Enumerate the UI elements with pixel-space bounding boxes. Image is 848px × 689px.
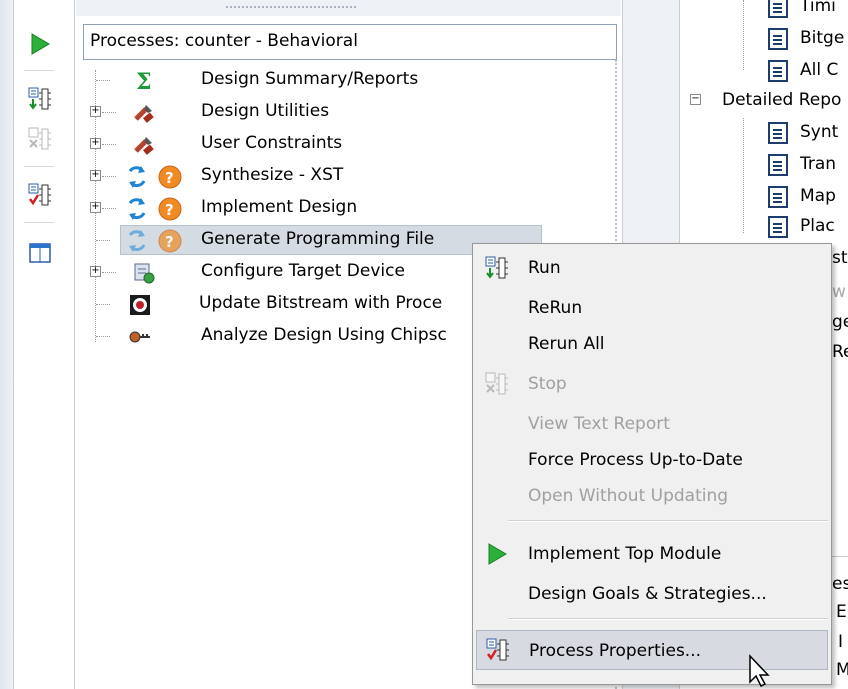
drag-grip[interactable] xyxy=(226,6,356,9)
document-icon xyxy=(768,0,788,18)
chip-icon xyxy=(130,295,150,315)
rerun-icon xyxy=(28,87,51,110)
processes-title: Processes: counter - Behavioral xyxy=(90,31,358,51)
panel-title-bar xyxy=(76,0,621,16)
document-icon xyxy=(768,28,788,50)
report-item[interactable]: st xyxy=(832,248,848,278)
process-item-label: Design Utilities xyxy=(201,101,330,121)
menu-item-label: Force Process Up-to-Date xyxy=(528,450,743,470)
run-icon xyxy=(485,256,508,279)
report-item[interactable]: w xyxy=(832,282,846,312)
process-item-analyze-chipscope[interactable]: Analyze Design Using Chipsc xyxy=(76,321,516,351)
menu-item-label: Rerun All xyxy=(528,334,605,354)
report-item[interactable]: M xyxy=(836,660,848,689)
process-item-configure-target[interactable]: + Configure Target Device xyxy=(76,257,516,287)
menu-separator xyxy=(508,520,828,522)
toolbar-stop-button[interactable] xyxy=(23,122,57,156)
stop-icon xyxy=(28,127,51,150)
refresh-icon xyxy=(128,198,146,220)
refresh-icon xyxy=(128,230,146,252)
expand-toggle[interactable]: + xyxy=(90,106,101,117)
toolbar-rerun-button[interactable] xyxy=(23,82,57,116)
document-icon xyxy=(768,216,788,238)
process-item-implement-design[interactable]: + ? Implement Design xyxy=(76,193,516,223)
menu-item-rerun[interactable]: ReRun xyxy=(476,290,828,326)
menu-item-label: Implement Top Module xyxy=(528,544,722,564)
question-icon: ? xyxy=(158,229,182,253)
question-icon: ? xyxy=(158,165,182,189)
expand-toggle[interactable]: + xyxy=(90,202,101,213)
process-item-design-summary[interactable]: Σ Design Summary/Reports xyxy=(76,65,516,95)
menu-item-label: View Text Report xyxy=(528,414,670,434)
properties-icon xyxy=(486,638,509,661)
menu-item-force-up-to-date[interactable]: Force Process Up-to-Date xyxy=(476,442,828,478)
tools-icon xyxy=(134,137,154,155)
menu-item-run[interactable]: Run xyxy=(476,250,828,286)
report-item[interactable]: es xyxy=(832,574,848,604)
svg-text:?: ? xyxy=(165,233,174,251)
tools-icon xyxy=(134,105,154,123)
expand-toggle[interactable]: + xyxy=(90,266,101,277)
question-icon: ? xyxy=(158,197,182,221)
window-icon xyxy=(29,243,51,263)
process-item-label: Generate Programming File xyxy=(201,229,435,249)
report-item[interactable]: ge xyxy=(832,312,848,342)
sigma-icon: Σ xyxy=(136,69,152,93)
probe-icon xyxy=(129,331,150,343)
document-icon xyxy=(768,122,788,144)
menu-item-view-text-report[interactable]: View Text Report xyxy=(476,406,828,442)
process-item-label: Analyze Design Using Chipsc xyxy=(201,325,447,345)
report-item[interactable]: Re xyxy=(832,342,848,372)
process-item-label: Update Bitstream with Proce xyxy=(199,293,443,313)
menu-item-stop[interactable]: Stop xyxy=(476,366,828,402)
svg-text:?: ? xyxy=(165,169,174,187)
mouse-cursor-icon xyxy=(749,654,770,688)
menu-item-label: Stop xyxy=(528,374,567,394)
menu-item-label: Process Properties... xyxy=(529,641,702,661)
process-item-label: Configure Target Device xyxy=(201,261,405,281)
properties-icon xyxy=(28,183,51,206)
menu-item-label: Open Without Updating xyxy=(528,486,729,506)
report-item[interactable]: I xyxy=(838,632,843,662)
report-item[interactable]: E xyxy=(836,602,847,632)
toolbar-properties-button[interactable] xyxy=(23,178,57,212)
process-toolbar xyxy=(0,0,75,689)
process-item-user-constraints[interactable]: + User Constraints xyxy=(76,129,516,159)
toolbar-run-button[interactable] xyxy=(23,27,57,61)
collapse-toggle[interactable]: − xyxy=(690,94,701,105)
expand-toggle[interactable]: + xyxy=(90,138,101,149)
menu-separator xyxy=(508,618,828,620)
process-item-label: Design Summary/Reports xyxy=(201,69,419,89)
toolbar-window-button[interactable] xyxy=(23,236,57,270)
menu-item-rerun-all[interactable]: Rerun All xyxy=(476,326,828,362)
expand-toggle[interactable]: + xyxy=(90,170,101,181)
process-item-synthesize[interactable]: + ? Synthesize - XST xyxy=(76,161,516,191)
menu-item-label: Design Goals & Strategies... xyxy=(528,584,767,604)
document-icon xyxy=(768,154,788,176)
document-icon xyxy=(768,186,788,208)
play-icon xyxy=(488,543,507,565)
device-icon xyxy=(134,263,155,284)
context-menu: Run ReRun Rerun All Stop View Text Repor… xyxy=(472,243,832,685)
process-item-label: User Constraints xyxy=(201,133,343,153)
refresh-icon xyxy=(128,166,146,188)
menu-item-label: ReRun xyxy=(528,298,583,318)
process-item-update-bitstream[interactable]: Update Bitstream with Proce xyxy=(76,289,516,319)
process-item-label: Implement Design xyxy=(201,197,358,217)
menu-item-implement-top-module[interactable]: Implement Top Module xyxy=(476,536,828,572)
processes-header: Processes: counter - Behavioral xyxy=(83,24,617,60)
stop-icon xyxy=(485,372,508,395)
svg-text:Σ: Σ xyxy=(136,69,152,93)
menu-item-design-goals[interactable]: Design Goals & Strategies... xyxy=(476,576,828,612)
svg-text:?: ? xyxy=(165,201,174,219)
process-item-label: Synthesize - XST xyxy=(201,165,344,185)
play-icon xyxy=(31,33,50,55)
document-icon xyxy=(768,60,788,82)
process-item-design-utilities[interactable]: + Design Utilities xyxy=(76,97,516,127)
menu-item-label: Run xyxy=(528,258,561,278)
menu-item-open-without-updating[interactable]: Open Without Updating xyxy=(476,478,828,514)
